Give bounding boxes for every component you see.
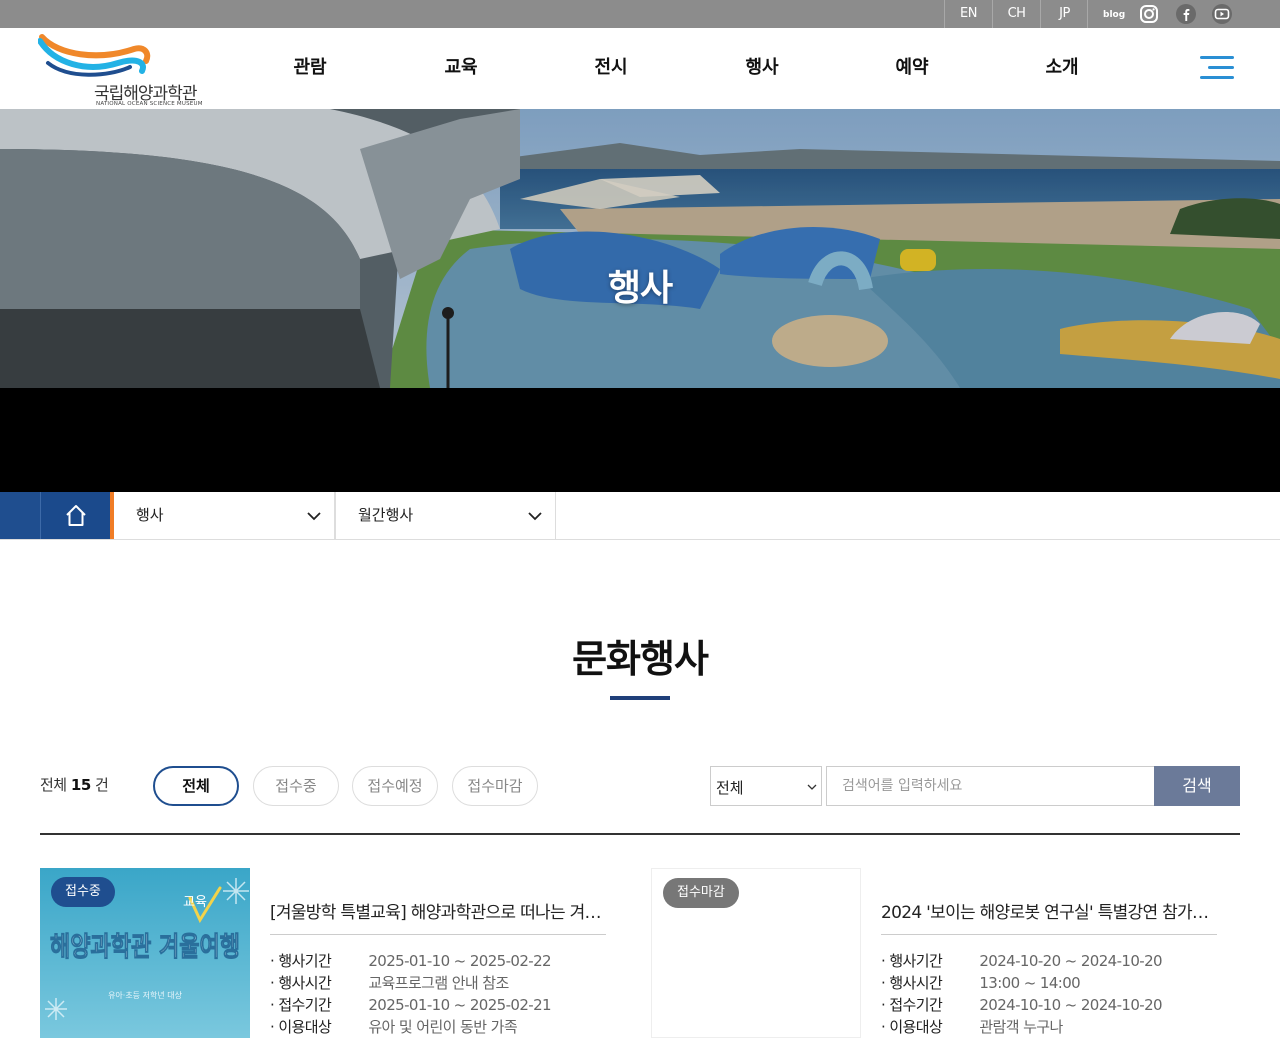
info-label: 행사기간	[278, 952, 332, 970]
nav-reservation[interactable]: 예약	[872, 28, 952, 109]
tab-closed[interactable]: 접수마감	[452, 766, 538, 806]
event-card[interactable]: 접수마감 2024 '보이는 해양로봇 연구실' 특별강연 참가자 모집 · 행…	[651, 868, 1241, 1048]
chevron-down-icon	[807, 784, 817, 790]
menu-icon[interactable]	[1200, 53, 1234, 83]
breadcrumb-depth2-select[interactable]: 월간행사	[335, 492, 556, 539]
breadcrumb-depth2-label: 월간행사	[358, 506, 414, 524]
event-info-row: · 행사시간 13:00 ~ 14:00	[881, 974, 1081, 992]
event-card[interactable]: 교육 해양과학관 겨울여행 유아·초등 저학년 대상 접수중 [겨울방학 특별교…	[40, 868, 630, 1048]
total-suffix: 건	[95, 776, 109, 794]
event-thumbnail[interactable]: 접수마감	[651, 868, 861, 1038]
info-label: 접수기간	[889, 996, 943, 1014]
poster-main-text: 해양과학관 겨울여행	[50, 932, 240, 963]
info-value: 2025-01-10 ~ 2025-02-22	[368, 952, 551, 970]
total-prefix: 전체	[40, 776, 67, 794]
nav-exhibition[interactable]: 전시	[571, 28, 651, 109]
event-info-row: · 행사기간 2025-01-10 ~ 2025-02-22	[270, 952, 552, 970]
nav-visit[interactable]: 관람	[270, 28, 350, 109]
blog-icon-text: blog	[1103, 10, 1125, 20]
top-utility-bar: EN CH JP blog	[0, 0, 1280, 28]
breadcrumb-pad	[0, 492, 40, 539]
event-thumbnail[interactable]: 교육 해양과학관 겨울여행 유아·초등 저학년 대상 접수중	[40, 868, 250, 1038]
logo-subtitle: NATIONAL OCEAN SCIENCE MUSEUM	[96, 101, 203, 107]
total-number: 15	[70, 776, 91, 794]
info-label: 행사기간	[889, 952, 943, 970]
breadcrumb: 행사 월간행사	[0, 492, 1280, 540]
event-info-row: · 행사시간 교육프로그램 안내 참조	[270, 974, 509, 992]
search-scope-value: 전체	[716, 779, 744, 797]
event-title-divider	[270, 934, 606, 935]
tab-upcoming[interactable]: 접수예정	[352, 766, 438, 806]
info-value: 유아 및 어린이 동반 가족	[368, 1018, 518, 1036]
blog-icon[interactable]: blog	[1102, 5, 1125, 25]
poster-small-text: 교육	[183, 895, 207, 910]
lang-ch-link[interactable]: CH	[992, 0, 1040, 28]
event-title-divider	[881, 934, 1217, 935]
info-value: 2024-10-10 ~ 2024-10-20	[979, 996, 1162, 1014]
nav-education[interactable]: 교육	[421, 28, 501, 109]
nav-events[interactable]: 행사	[722, 28, 802, 109]
info-value: 관람객 누구나	[979, 1018, 1063, 1036]
search-input[interactable]	[826, 766, 1156, 806]
site-header: 국립해양과학관 NATIONAL OCEAN SCIENCE MUSEUM 관람…	[0, 28, 1280, 109]
title-underline	[610, 696, 670, 700]
youtube-icon[interactable]	[1211, 4, 1233, 24]
breadcrumb-depth1-select[interactable]: 행사	[114, 492, 335, 539]
chevron-down-icon	[307, 512, 321, 521]
hero-title: 행사	[607, 268, 673, 309]
lang-jp-link[interactable]: JP	[1040, 0, 1088, 28]
event-title[interactable]: 2024 '보이는 해양로봇 연구실' 특별강연 참가자 모집	[881, 898, 1217, 923]
tab-all[interactable]: 전체	[153, 766, 239, 806]
info-value: 2025-01-10 ~ 2025-02-21	[368, 996, 551, 1014]
info-label: 이용대상	[889, 1018, 943, 1036]
info-value: 13:00 ~ 14:00	[979, 974, 1081, 992]
info-value: 교육프로그램 안내 참조	[368, 974, 509, 992]
nav-about[interactable]: 소개	[1022, 28, 1102, 109]
info-value: 2024-10-20 ~ 2024-10-20	[979, 952, 1162, 970]
social-links: blog	[1087, 0, 1247, 28]
facebook-icon[interactable]	[1175, 4, 1197, 24]
event-info-row: · 이용대상 관람객 누구나	[881, 1018, 1063, 1036]
hero-photo	[0, 109, 1280, 388]
status-badge: 접수마감	[663, 878, 739, 908]
tab-open[interactable]: 접수중	[253, 766, 339, 806]
home-icon[interactable]	[40, 492, 110, 539]
search-button[interactable]: 검색	[1154, 766, 1240, 806]
event-info-row: · 이용대상 유아 및 어린이 동반 가족	[270, 1018, 518, 1036]
chevron-down-icon	[528, 512, 542, 521]
status-badge: 접수중	[51, 877, 115, 907]
page-title: 문화행사	[572, 637, 709, 681]
info-label: 접수기간	[278, 996, 332, 1014]
search-scope-select[interactable]: 전체	[710, 766, 822, 806]
instagram-icon[interactable]	[1139, 4, 1161, 24]
info-label: 이용대상	[278, 1018, 332, 1036]
event-info-row: · 접수기간 2024-10-10 ~ 2024-10-20	[881, 996, 1163, 1014]
logo-wave-icon	[38, 34, 151, 77]
total-count: 전체 15 건	[40, 774, 109, 795]
breadcrumb-depth1-label: 행사	[136, 506, 164, 524]
hero-black-band	[0, 388, 1280, 492]
event-info-row: · 접수기간 2025-01-10 ~ 2025-02-21	[270, 996, 552, 1014]
info-label: 행사시간	[889, 974, 943, 992]
poster-sub-text: 유아·초등 저학년 대상	[108, 990, 183, 1000]
event-title[interactable]: [겨울방학 특별교육] 해양과학관으로 떠나는 겨울여행	[270, 898, 606, 923]
lang-en-link[interactable]: EN	[944, 0, 992, 28]
list-divider	[40, 833, 1240, 835]
site-logo[interactable]: 국립해양과학관 NATIONAL OCEAN SCIENCE MUSEUM	[38, 33, 208, 107]
hero-banner: 행사	[0, 109, 1280, 388]
event-info-row: · 행사기간 2024-10-20 ~ 2024-10-20	[881, 952, 1163, 970]
info-label: 행사시간	[278, 974, 332, 992]
